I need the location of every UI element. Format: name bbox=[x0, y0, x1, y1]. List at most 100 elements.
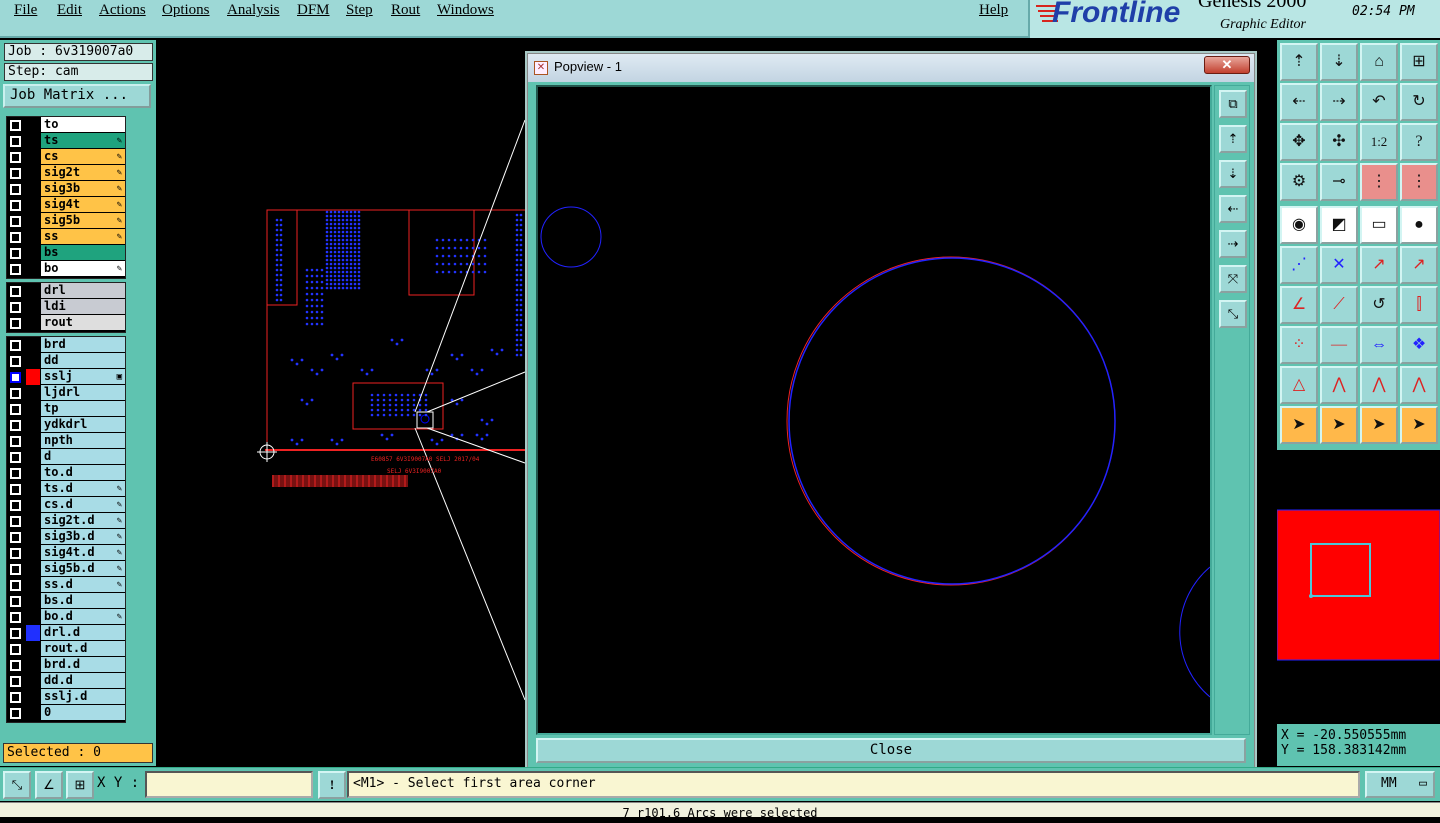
layer-row[interactable]: ts ✎ bbox=[7, 133, 127, 149]
menu-dfm[interactable]: DFM bbox=[297, 2, 330, 19]
layer-name[interactable]: ts ✎ bbox=[41, 133, 125, 148]
layer-name[interactable]: bo.d ✎ bbox=[41, 609, 125, 624]
layer-row[interactable]: sig4t.d ✎ bbox=[7, 545, 127, 561]
layer-row[interactable]: dd.d bbox=[7, 673, 127, 689]
measure-icon[interactable]: ⊸ bbox=[1320, 163, 1358, 201]
layer-color-swatch[interactable] bbox=[26, 513, 40, 529]
layer-checkbox[interactable] bbox=[10, 372, 21, 383]
line-icon[interactable]: — bbox=[1320, 326, 1358, 364]
layer-color-swatch[interactable] bbox=[26, 641, 40, 657]
layer-row[interactable]: rout.d bbox=[7, 641, 127, 657]
layer-name[interactable]: drl bbox=[41, 283, 125, 298]
layer-checkbox[interactable] bbox=[10, 580, 21, 591]
layer-color-swatch[interactable] bbox=[26, 689, 40, 705]
layer-color-swatch[interactable] bbox=[26, 283, 40, 299]
layer-row[interactable]: sslj ▣ bbox=[7, 369, 127, 385]
layer-row[interactable]: rout bbox=[7, 315, 127, 331]
move-icon[interactable]: ◩ bbox=[1320, 206, 1358, 244]
layer-checkbox[interactable] bbox=[10, 596, 21, 607]
popview-zoom-out-icon[interactable]: ⤡ bbox=[1219, 300, 1247, 328]
layer-row[interactable]: to.d bbox=[7, 465, 127, 481]
layer-row[interactable]: ljdrl bbox=[7, 385, 127, 401]
layer-checkbox[interactable] bbox=[10, 302, 21, 313]
shapes-icon[interactable]: ❖ bbox=[1400, 326, 1438, 364]
layer-row[interactable]: sig5b ✎ bbox=[7, 213, 127, 229]
layer-checkbox[interactable] bbox=[10, 248, 21, 259]
layer-color-swatch[interactable] bbox=[26, 213, 40, 229]
layer-color-swatch[interactable] bbox=[26, 545, 40, 561]
layer-name[interactable]: ts.d ✎ bbox=[41, 481, 125, 496]
layer-name[interactable]: ydkdrl bbox=[41, 417, 125, 432]
pointer-icon[interactable]: ➤ bbox=[1280, 406, 1318, 444]
layer-name[interactable]: sig3b ✎ bbox=[41, 181, 125, 196]
layer-row[interactable]: sig4t ✎ bbox=[7, 197, 127, 213]
layer-color-swatch[interactable] bbox=[26, 229, 40, 245]
layer-checkbox[interactable] bbox=[10, 356, 21, 367]
layer-name[interactable]: rout.d bbox=[41, 641, 125, 656]
menu-step[interactable]: Step bbox=[346, 2, 373, 19]
layer-name[interactable]: dd bbox=[41, 353, 125, 368]
layer-checkbox[interactable] bbox=[10, 628, 21, 639]
ruler-icon[interactable]: ▭ bbox=[1360, 206, 1398, 244]
layer-checkbox[interactable] bbox=[10, 404, 21, 415]
layer-row[interactable]: drl bbox=[7, 283, 127, 299]
layer-name[interactable]: to.d bbox=[41, 465, 125, 480]
layer-color-swatch[interactable] bbox=[26, 245, 40, 261]
layer-name[interactable]: tp bbox=[41, 401, 125, 416]
menu-rout[interactable]: Rout bbox=[391, 2, 420, 19]
layer-row[interactable]: tp bbox=[7, 401, 127, 417]
layer-checkbox[interactable] bbox=[10, 612, 21, 623]
popview-titlebar[interactable]: ✕ Popview - 1 bbox=[528, 54, 1254, 82]
layer-checkbox[interactable] bbox=[10, 318, 21, 329]
home-icon[interactable]: ⌂ bbox=[1360, 43, 1398, 81]
layer-row[interactable]: bo.d ✎ bbox=[7, 609, 127, 625]
layer-name[interactable]: sig4t.d ✎ bbox=[41, 545, 125, 560]
layer-checkbox[interactable] bbox=[10, 660, 21, 671]
layer-name[interactable]: dd.d bbox=[41, 673, 125, 688]
layer-color-swatch[interactable] bbox=[26, 673, 40, 689]
layer-color-swatch[interactable] bbox=[26, 369, 40, 385]
layer-color-swatch[interactable] bbox=[26, 593, 40, 609]
menu-help[interactable]: Help bbox=[979, 2, 1008, 19]
layer-color-swatch[interactable] bbox=[26, 117, 40, 133]
layer-color-swatch[interactable] bbox=[26, 657, 40, 673]
layer-name[interactable]: rout bbox=[41, 315, 125, 330]
layer-name[interactable]: sslj ▣ bbox=[41, 369, 125, 384]
layer-color-swatch[interactable] bbox=[26, 299, 40, 315]
layer-color-swatch[interactable] bbox=[26, 165, 40, 181]
net-icon[interactable]: ⋮ bbox=[1360, 163, 1398, 201]
layer-row[interactable]: bs bbox=[7, 245, 127, 261]
layer-row[interactable]: to bbox=[7, 117, 127, 133]
popview-close-x-button[interactable]: ✕ bbox=[1204, 56, 1250, 74]
layer-checkbox[interactable] bbox=[10, 516, 21, 527]
layer-checkbox[interactable] bbox=[10, 436, 21, 447]
layer-checkbox[interactable] bbox=[10, 644, 21, 655]
angle-snap-icon[interactable]: ∠ bbox=[35, 771, 63, 799]
layer-color-swatch[interactable] bbox=[26, 261, 40, 277]
menu-actions[interactable]: Actions bbox=[99, 2, 146, 19]
layer-name[interactable]: sig5b ✎ bbox=[41, 213, 125, 228]
layer-checkbox[interactable] bbox=[10, 484, 21, 495]
layer-checkbox[interactable] bbox=[10, 420, 21, 431]
rotate-icon[interactable]: ↺ bbox=[1360, 286, 1398, 324]
layer-name[interactable]: 0 bbox=[41, 705, 125, 720]
pad-icon[interactable]: ● bbox=[1400, 206, 1438, 244]
layer-checkbox[interactable] bbox=[10, 452, 21, 463]
layer-color-swatch[interactable] bbox=[26, 529, 40, 545]
layer-row[interactable]: brd bbox=[7, 337, 127, 353]
layer-row[interactable]: ydkdrl bbox=[7, 417, 127, 433]
unit-selector[interactable]: MM ▭ bbox=[1365, 771, 1435, 798]
layer-row[interactable]: ts.d ✎ bbox=[7, 481, 127, 497]
zoom-fit-icon[interactable]: ✥ bbox=[1280, 123, 1318, 161]
popview-zoom-in-icon[interactable]: ⤧ bbox=[1219, 265, 1247, 293]
undo-zoom-icon[interactable]: ↶ bbox=[1360, 83, 1398, 121]
layer-name[interactable]: ldi bbox=[41, 299, 125, 314]
pan-right-icon[interactable]: ⇢ bbox=[1320, 83, 1358, 121]
popview-zoom-home-icon[interactable]: ⧉ bbox=[1219, 90, 1247, 118]
layer-checkbox[interactable] bbox=[10, 286, 21, 297]
layer-name[interactable]: to bbox=[41, 117, 125, 132]
pointer-circle-icon[interactable]: ➤ bbox=[1360, 406, 1398, 444]
connect-icon[interactable]: ⋰ bbox=[1280, 246, 1318, 284]
job-matrix-button[interactable]: Job Matrix ... bbox=[3, 84, 151, 108]
layer-color-swatch[interactable] bbox=[26, 197, 40, 213]
